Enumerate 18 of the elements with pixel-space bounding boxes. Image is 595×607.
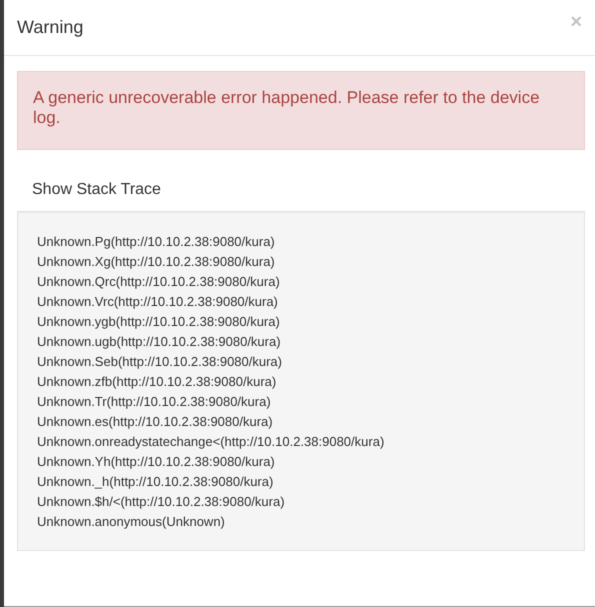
stack-trace-line: Unknown.Qrc(http://10.10.2.38:9080/kura) xyxy=(37,273,281,291)
stack-trace-line: Unknown.es(http://10.10.2.38:9080/kura) xyxy=(37,413,274,431)
stack-trace-line: Unknown.ygb(http://10.10.2.38:9080/kura) xyxy=(37,313,281,331)
stack-trace-line: Unknown.Seb(http://10.10.2.38:9080/kura) xyxy=(37,353,283,371)
stack-trace-line: Unknown.$h/<(http://10.10.2.38:9080/kura) xyxy=(37,493,286,511)
stack-trace-line: Unknown.anonymous(Unknown) xyxy=(37,513,226,531)
dialog-title: Warning xyxy=(17,16,84,38)
stack-trace-toggle[interactable]: Show Stack Trace xyxy=(32,178,161,202)
stack-trace-line: Unknown.Xg(http://10.10.2.38:9080/kura) xyxy=(37,253,276,271)
error-alert: A generic unrecoverable error happened. Please refer to the device log. xyxy=(17,71,585,150)
stack-trace-line: Unknown.Pg(http://10.10.2.38:9080/kura) xyxy=(37,233,276,251)
stack-trace-line: Unknown.onreadystatechange<(http://10.10.2.38:9080/kura) xyxy=(37,433,386,451)
stack-trace-line: Unknown.Vrc(http://10.10.2.38:9080/kura) xyxy=(37,293,279,311)
stack-trace-line: Unknown.zfb(http://10.10.2.38:9080/kura) xyxy=(37,373,278,391)
stack-trace-line: Unknown.Yh(http://10.10.2.38:9080/kura) xyxy=(37,453,276,471)
stack-trace-line: Unknown.Tr(http://10.10.2.38:9080/kura) xyxy=(37,393,272,411)
stack-trace-line: Unknown.ugb(http://10.10.2.38:9080/kura) xyxy=(37,333,282,351)
stack-trace-line: Unknown._h(http://10.10.2.38:9080/kura) xyxy=(37,473,274,491)
